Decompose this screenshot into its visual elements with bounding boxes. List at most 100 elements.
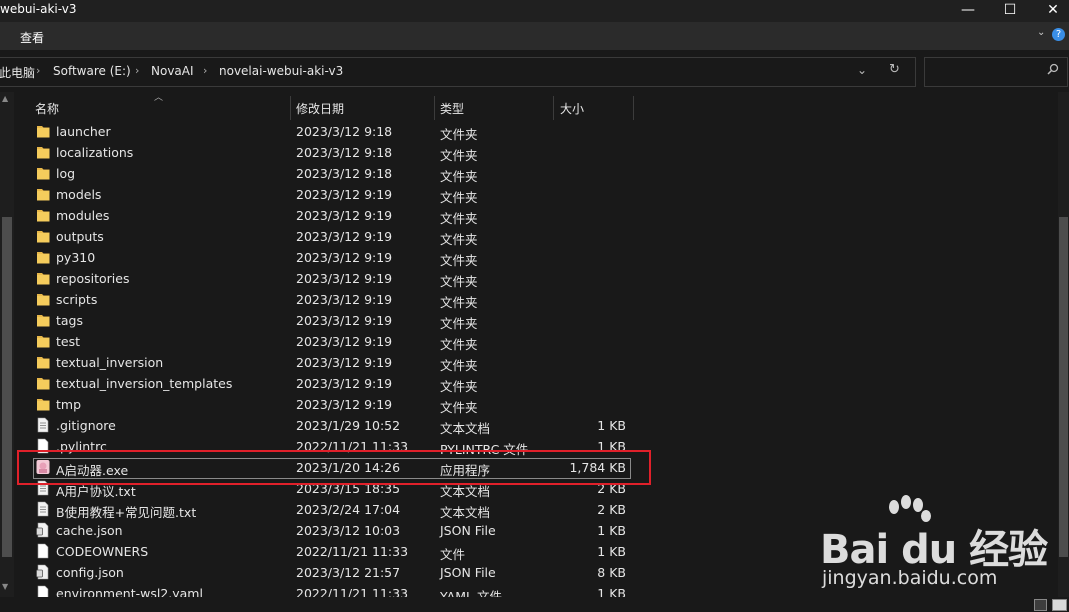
file-date-modified: 2023/3/12 9:19: [296, 313, 393, 328]
file-type: 文件夹: [440, 211, 478, 226]
close-button[interactable]: ✕: [1030, 0, 1069, 22]
folder-icon: [36, 312, 50, 328]
column-divider[interactable]: [633, 96, 634, 120]
file-type: JSON File: [440, 565, 496, 580]
file-date-modified: 2023/3/12 9:19: [296, 229, 393, 244]
refresh-icon[interactable]: ↻: [889, 62, 900, 77]
file-type: 文件: [440, 547, 466, 562]
json-file-icon: [36, 522, 50, 538]
ribbon: 查看 ⌄ ?: [0, 22, 1069, 50]
file-row[interactable]: cache.json 2023/3/12 10:03 JSON File 1 KB: [14, 520, 1058, 541]
file-date-modified: 2023/3/12 9:19: [296, 292, 393, 307]
file-row[interactable]: tags 2023/3/12 9:19 文件夹: [14, 310, 1058, 331]
file-date-modified: 2022/11/21 11:33: [296, 544, 409, 559]
minimize-button[interactable]: —: [945, 0, 991, 22]
column-header-date[interactable]: 修改日期: [296, 100, 344, 117]
file-date-modified: 2023/3/12 9:19: [296, 250, 393, 265]
file-list: launcher 2023/3/12 9:18 文件夹 localizations 20…: [14, 121, 1058, 597]
breadcrumb-this-pc[interactable]: 此电脑: [0, 64, 35, 81]
ribbon-expand-chevron-icon[interactable]: ⌄: [1037, 27, 1045, 38]
maximize-button[interactable]: ☐: [987, 0, 1033, 22]
file-name: .gitignore: [56, 418, 116, 433]
file-date-modified: 2023/3/12 9:19: [296, 397, 393, 412]
file-row[interactable]: modules 2023/3/12 9:19 文件夹: [14, 205, 1058, 226]
file-row[interactable]: log 2023/3/12 9:18 文件夹: [14, 163, 1058, 184]
file-date-modified: 2023/3/12 9:19: [296, 334, 393, 349]
file-row[interactable]: textual_inversion_templates 2023/3/12 9:1…: [14, 373, 1058, 394]
sort-ascending-icon: ︿: [154, 93, 164, 103]
file-type: 文件夹: [440, 295, 478, 310]
folder-icon: [36, 123, 50, 139]
file-row[interactable]: tmp 2023/3/12 9:19 文件夹: [14, 394, 1058, 415]
column-header-name[interactable]: 名称: [35, 100, 59, 117]
scrollbar-thumb[interactable]: [1059, 217, 1068, 557]
scroll-down-arrow-icon[interactable]: ▼: [2, 582, 8, 591]
breadcrumb-separator-icon[interactable]: ›: [203, 64, 207, 77]
file-row[interactable]: environment-wsl2.yaml 2022/11/21 11:33 YAM…: [14, 583, 1058, 597]
file-name: textual_inversion_templates: [56, 376, 233, 391]
search-box[interactable]: [924, 57, 1068, 87]
folder-icon: [36, 165, 50, 181]
file-row[interactable]: .gitignore 2023/1/29 10:52 文本文档 1 KB: [14, 415, 1058, 436]
blank-file-icon: [36, 543, 50, 559]
breadcrumb-novaai[interactable]: NovaAI: [151, 64, 194, 78]
file-type: JSON File: [440, 523, 496, 538]
search-icon[interactable]: [1047, 63, 1059, 78]
file-name: launcher: [56, 124, 111, 139]
file-row[interactable]: py310 2023/3/12 9:19 文件夹: [14, 247, 1058, 268]
breadcrumb-separator-icon[interactable]: ›: [36, 64, 40, 77]
details-view-icon[interactable]: [1034, 599, 1047, 611]
column-header-row: ︿ 名称 修改日期 类型 大小: [14, 92, 1058, 120]
file-size: 1 KB: [597, 586, 626, 597]
column-header-size[interactable]: 大小: [560, 100, 584, 117]
file-name: outputs: [56, 229, 104, 244]
breadcrumb-drive[interactable]: Software (E:): [53, 64, 131, 78]
column-divider[interactable]: [434, 96, 435, 120]
folder-icon: [36, 375, 50, 391]
file-row[interactable]: textual_inversion 2023/3/12 9:19 文件夹: [14, 352, 1058, 373]
scrollbar-thumb[interactable]: [2, 217, 12, 557]
file-date-modified: 2023/3/12 9:19: [296, 271, 393, 286]
file-row[interactable]: repositories 2023/3/12 9:19 文件夹: [14, 268, 1058, 289]
large-icons-view-icon[interactable]: [1052, 599, 1067, 611]
file-type: 文本文档: [440, 421, 491, 436]
help-icon[interactable]: ?: [1052, 28, 1065, 41]
folder-icon: [36, 207, 50, 223]
file-row[interactable]: scripts 2023/3/12 9:19 文件夹: [14, 289, 1058, 310]
file-name: B使用教程+常见问题.txt: [56, 505, 197, 520]
file-row[interactable]: localizations 2023/3/12 9:18 文件夹: [14, 142, 1058, 163]
file-date-modified: 2023/1/29 10:52: [296, 418, 401, 433]
file-row[interactable]: models 2023/3/12 9:19 文件夹: [14, 184, 1058, 205]
tab-view[interactable]: 查看: [20, 29, 44, 46]
blank-file-icon: [36, 585, 50, 597]
breadcrumb-separator-icon[interactable]: ›: [135, 64, 139, 77]
file-date-modified: 2023/3/12 9:18: [296, 145, 393, 160]
column-divider[interactable]: [553, 96, 554, 120]
folder-icon: [36, 186, 50, 202]
address-bar[interactable]: 此电脑 › Software (E:) › NovaAI › novelai-w…: [0, 57, 916, 87]
folder-icon: [36, 396, 50, 412]
file-type: 文本文档: [440, 505, 491, 520]
file-name: py310: [56, 250, 96, 265]
file-row[interactable]: outputs 2023/3/12 9:19 文件夹: [14, 226, 1058, 247]
breadcrumb-current-folder[interactable]: novelai-webui-aki-v3: [219, 64, 343, 78]
navigation-pane-scrollbar[interactable]: ▲ ▼: [0, 92, 14, 597]
file-type: 文件夹: [440, 253, 478, 268]
file-date-modified: 2023/3/12 10:03: [296, 523, 401, 538]
folder-icon: [36, 333, 50, 349]
file-row[interactable]: launcher 2023/3/12 9:18 文件夹: [14, 121, 1058, 142]
file-date-modified: 2023/3/12 9:19: [296, 355, 393, 370]
file-list-scrollbar[interactable]: [1058, 92, 1069, 597]
file-row[interactable]: CODEOWNERS 2022/11/21 11:33 文件 1 KB: [14, 541, 1058, 562]
column-header-type[interactable]: 类型: [440, 100, 464, 117]
file-row[interactable]: B使用教程+常见问题.txt 2023/2/24 17:04 文本文档 2 KB: [14, 499, 1058, 520]
title-bar: webui-aki-v3 — ☐ ✕: [0, 0, 1069, 22]
file-row[interactable]: config.json 2023/3/12 21:57 JSON File 8 KB: [14, 562, 1058, 583]
file-name: config.json: [56, 565, 124, 580]
scroll-up-arrow-icon[interactable]: ▲: [2, 94, 8, 103]
file-row[interactable]: test 2023/3/12 9:19 文件夹: [14, 331, 1058, 352]
file-type: 文件夹: [440, 232, 478, 247]
column-divider[interactable]: [290, 96, 291, 120]
file-date-modified: 2023/3/12 9:18: [296, 166, 393, 181]
address-dropdown-chevron-icon[interactable]: ⌄: [857, 63, 867, 77]
